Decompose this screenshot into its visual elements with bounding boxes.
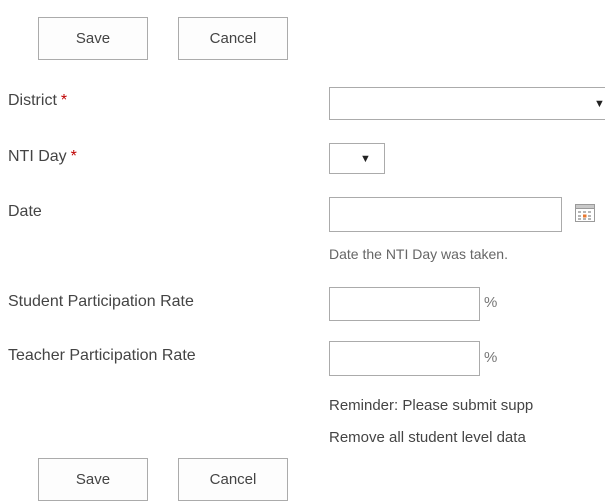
percent-sign: %	[484, 294, 498, 311]
reminder-line-1: Reminder: Please submit supp	[329, 397, 534, 414]
cancel-button-label: Cancel	[209, 471, 257, 488]
cancel-button-label: Cancel	[209, 30, 257, 47]
required-marker: *	[60, 92, 68, 109]
required-marker: *	[70, 148, 77, 165]
save-button-top[interactable]: Save	[38, 17, 148, 60]
student-rate-input[interactable]	[329, 287, 480, 321]
percent-sign: %	[484, 349, 498, 366]
chevron-down-icon: ▼	[360, 153, 371, 165]
district-label: District *	[8, 92, 68, 109]
teacher-rate-label: Teacher Participation Rate	[8, 347, 196, 364]
save-button-bottom[interactable]: Save	[38, 458, 148, 501]
cancel-button-top[interactable]: Cancel	[178, 17, 288, 60]
teacher-rate-input[interactable]	[329, 341, 480, 376]
save-button-label: Save	[75, 30, 111, 47]
calendar-icon[interactable]	[575, 204, 595, 222]
district-select[interactable]: ▼	[329, 87, 605, 120]
cancel-button-bottom[interactable]: Cancel	[178, 458, 288, 501]
chevron-down-icon: ▼	[594, 98, 605, 110]
nti-day-label: NTI Day *	[8, 148, 77, 165]
student-rate-label: Student Participation Rate	[8, 293, 194, 310]
save-button-label: Save	[75, 471, 111, 488]
date-hint: Date the NTI Day was taken.	[329, 246, 508, 262]
reminder-line-2: Remove all student level data	[329, 429, 526, 446]
date-label: Date	[8, 203, 42, 220]
nti-day-select[interactable]: ▼	[329, 143, 385, 174]
date-input[interactable]	[329, 197, 562, 232]
